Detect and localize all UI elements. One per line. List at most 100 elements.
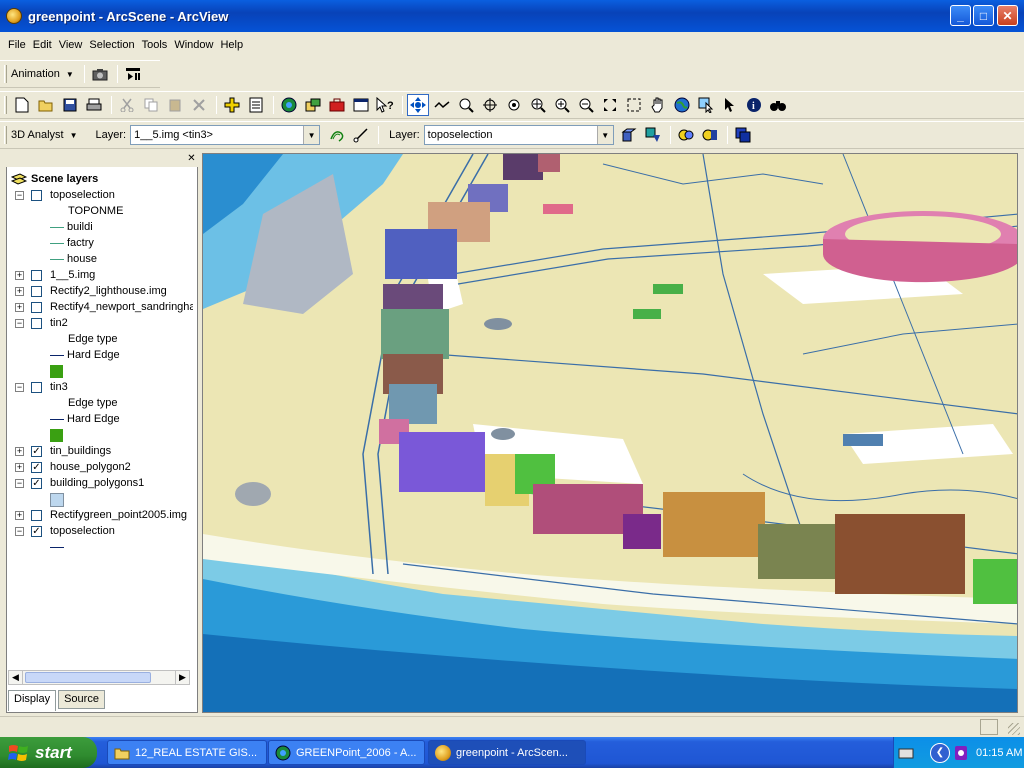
arccatalog-button[interactable] [302,94,324,116]
minimize-button[interactable]: _ [950,5,971,26]
layer-visibility-checkbox[interactable] [31,190,42,201]
start-button[interactable]: start [0,737,97,768]
interpolate-shape-button[interactable] [675,124,697,146]
task-greenpoint-2006[interactable]: GREENPoint_2006 - A... [268,740,425,765]
contour-tool-button[interactable] [326,124,348,146]
maximize-button[interactable]: □ [973,5,994,26]
tab-source[interactable]: Source [58,690,105,709]
menu-file[interactable]: File [8,39,26,51]
capture-view-button[interactable] [89,63,111,85]
layer-visibility-checkbox[interactable] [31,302,42,313]
close-button[interactable]: ✕ [997,5,1018,26]
zoom-to-target-button[interactable] [527,94,549,116]
menu-help[interactable]: Help [220,39,243,51]
menu-selection[interactable]: Selection [89,39,134,51]
toolbar-grip[interactable] [4,96,7,114]
menu-window[interactable]: Window [174,39,213,51]
scroll-left-icon[interactable]: ◀ [9,671,23,684]
layer-dropdown[interactable]: 1__5.img <tin3> ▼ [130,125,321,145]
toc-horizontal-scrollbar[interactable]: ◀ ▶ [8,670,190,685]
add-data-button[interactable] [221,94,243,116]
center-target-button[interactable] [479,94,501,116]
layer-visibility-checkbox[interactable]: ✓ [31,462,42,473]
scene-layers-root[interactable]: Scene layers [11,171,98,187]
toc-layer-building-polygons1[interactable]: building_polygons1 [50,475,144,491]
layer-visibility-checkbox[interactable]: ✓ [31,478,42,489]
toolbar-grip[interactable] [4,65,7,83]
set-observer-button[interactable] [503,94,525,116]
expand-toggle[interactable]: + [15,463,24,472]
scene-properties-button[interactable] [245,94,267,116]
open-button[interactable] [35,94,57,116]
menu-edit[interactable]: Edit [33,39,52,51]
toc-layer-rectify2[interactable]: Rectify2_lighthouse.img [50,283,167,299]
layer-visibility-checkbox[interactable] [31,510,42,521]
layer-visibility-checkbox[interactable] [31,286,42,297]
narrow-fov-button[interactable] [599,94,621,116]
toc-layer-toposelection-2[interactable]: toposelection [50,523,115,539]
toc-layer-house-polygon2[interactable]: house_polygon2 [50,459,131,475]
layer-visibility-checkbox[interactable]: ✓ [31,446,42,457]
command-line-button[interactable] [350,94,372,116]
expand-toggle[interactable]: + [15,287,24,296]
collapse-toggle[interactable]: − [15,319,24,328]
tray-expand-icon[interactable]: ❮ [930,742,950,763]
collapse-toggle[interactable]: − [15,527,24,536]
copy-button[interactable] [140,94,162,116]
animation-controls-button[interactable] [122,63,144,85]
delete-button[interactable] [188,94,210,116]
print-button[interactable] [83,94,105,116]
whats-this-button[interactable]: ? [374,94,396,116]
select-graphics-button[interactable] [719,94,741,116]
menu-tools[interactable]: Tools [142,39,168,51]
zoom-out-button[interactable] [575,94,597,116]
navigate-tool-button[interactable] [407,94,429,116]
paste-button[interactable] [164,94,186,116]
layer-visibility-checkbox[interactable]: ✓ [31,526,42,537]
layer-dropdown-2[interactable]: toposelection ▼ [423,125,614,145]
convert-features-button[interactable] [642,124,664,146]
layer-properties-button[interactable] [732,124,754,146]
fly-tool-button[interactable] [431,94,453,116]
arcmap-button[interactable] [278,94,300,116]
toc-layer-rectify4[interactable]: Rectify4_newport_sandringham [50,299,193,315]
identify-button[interactable]: i [743,94,765,116]
expand-toggle[interactable]: + [15,447,24,456]
extrude-button[interactable] [618,124,640,146]
line-of-sight-button[interactable] [350,124,372,146]
scroll-right-icon[interactable]: ▶ [175,671,189,684]
toc-layer-tin3[interactable]: tin3 [50,379,68,395]
zoom-target-button[interactable] [455,94,477,116]
toolbar-grip[interactable] [4,126,7,144]
save-button[interactable] [59,94,81,116]
layer-visibility-checkbox[interactable] [31,318,42,329]
arctoolbox-button[interactable] [326,94,348,116]
task-12-real-estate[interactable]: 12_REAL ESTATE GIS... [107,740,267,765]
pan-button[interactable] [647,94,669,116]
toc-layer-tin2[interactable]: tin2 [50,315,68,331]
toc-layer-tin-buildings[interactable]: tin_buildings [50,443,111,459]
tab-display[interactable]: Display [8,690,57,711]
full-extent-button[interactable] [623,94,645,116]
scrollbar-thumb[interactable] [25,672,151,683]
toc-close-button[interactable]: ✕ [186,154,197,165]
task-greenpoint-arcscene[interactable]: greenpoint - ArcScen... [428,740,586,765]
zoom-in-button[interactable] [551,94,573,116]
layer-visibility-checkbox[interactable] [31,270,42,281]
interpolate-line-button[interactable] [699,124,721,146]
expand-toggle[interactable]: + [15,511,24,520]
collapse-toggle[interactable]: − [15,479,24,488]
cut-button[interactable] [116,94,138,116]
collapse-toggle[interactable]: − [15,383,24,392]
menu-view[interactable]: View [59,39,83,51]
animation-menu[interactable]: Animation ▼ [11,68,74,80]
scene-viewer[interactable] [202,153,1018,713]
new-button[interactable] [11,94,33,116]
select-features-button[interactable] [695,94,717,116]
toc-layer-toposelection[interactable]: toposelection [50,187,115,203]
full-extent-globe-button[interactable] [671,94,693,116]
expand-toggle[interactable]: + [15,271,24,280]
layer-visibility-checkbox[interactable] [31,382,42,393]
find-button[interactable] [767,94,789,116]
toc-layer-rectifygreen-point[interactable]: Rectifygreen_point2005.img [50,507,187,523]
